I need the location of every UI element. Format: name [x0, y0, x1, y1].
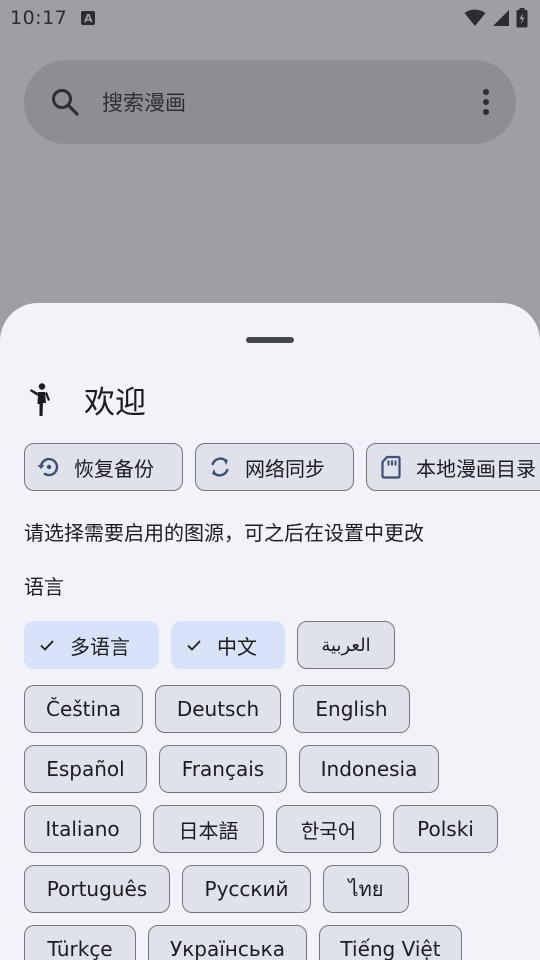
language-chip-uk[interactable]: Українська: [148, 925, 307, 960]
local-manga-dir-label: 本地漫画目录: [416, 456, 536, 481]
language-chip-ru[interactable]: Русский: [182, 865, 311, 913]
language-chip-label: 中文: [217, 634, 257, 659]
restore-icon: [37, 457, 59, 477]
language-chip-ar[interactable]: العربية: [297, 621, 395, 669]
source-description: 请选择需要启用的图源，可之后在设置中更改: [24, 521, 424, 545]
language-chip-id[interactable]: Indonesia: [299, 745, 439, 793]
language-chip-fr[interactable]: Français: [159, 745, 287, 793]
language-chip-tr[interactable]: Türkçe: [24, 925, 136, 960]
language-chip-multi[interactable]: 多语言: [24, 621, 159, 669]
check-icon: [40, 640, 54, 651]
network-sync-label: 网络同步: [245, 456, 325, 481]
sheet-header: 欢迎: [28, 377, 146, 422]
language-chip-en[interactable]: English: [293, 685, 410, 733]
sync-icon: [211, 457, 229, 477]
language-chip-ja[interactable]: 日本語: [153, 805, 264, 853]
language-chip-cs[interactable]: Čeština: [24, 685, 143, 733]
network-sync-button[interactable]: 网络同步: [195, 443, 354, 491]
status-time: 10:17: [10, 7, 68, 29]
language-chip-th[interactable]: ไทย: [323, 865, 409, 913]
signal-icon: [493, 10, 509, 26]
check-icon: [187, 640, 201, 651]
search-input[interactable]: 搜索漫画: [102, 87, 482, 117]
language-chip-zh[interactable]: 中文: [171, 621, 285, 669]
sd-card-icon: [381, 455, 401, 479]
language-chip-de[interactable]: Deutsch: [155, 685, 281, 733]
language-chip-it[interactable]: Italiano: [24, 805, 141, 853]
language-chip-label: 多语言: [70, 634, 130, 659]
language-chip-ko[interactable]: 한국어: [276, 805, 381, 853]
drag-handle[interactable]: [246, 337, 294, 343]
sheet-title: 欢迎: [84, 385, 146, 421]
language-chip-vi[interactable]: Tiếng Việt: [319, 925, 462, 960]
search-icon[interactable]: [50, 87, 80, 117]
restore-backup-button[interactable]: 恢复备份: [24, 443, 183, 491]
language-section-title: 语言: [24, 575, 64, 599]
action-row: 恢复备份 网络同步 本地漫画目录: [24, 443, 540, 491]
language-chip-es[interactable]: Español: [24, 745, 147, 793]
search-bar[interactable]: 搜索漫画: [24, 60, 516, 144]
welcome-sheet: 欢迎 恢复备份 网络同步 本地漫画目录 请选择需要启用的图源，可之后在设置中更改…: [0, 303, 540, 960]
screen: 10:17 A 搜索漫画 欢迎 恢复备份 网络同步 本地漫画目录 请选择需要启用…: [0, 0, 540, 960]
wifi-icon: [464, 9, 486, 26]
status-bar: 10:17 A: [0, 0, 540, 36]
local-manga-dir-button[interactable]: 本地漫画目录: [366, 443, 540, 491]
language-chip-pt[interactable]: Português: [24, 865, 170, 913]
battery-icon: [516, 8, 528, 28]
status-icons: [464, 8, 528, 28]
more-options-icon[interactable]: [482, 88, 490, 116]
language-chip-pl[interactable]: Polski: [393, 805, 498, 853]
restore-backup-label: 恢复备份: [74, 456, 154, 481]
person-walking-icon: [30, 382, 50, 416]
text-notification-icon: A: [81, 11, 96, 25]
